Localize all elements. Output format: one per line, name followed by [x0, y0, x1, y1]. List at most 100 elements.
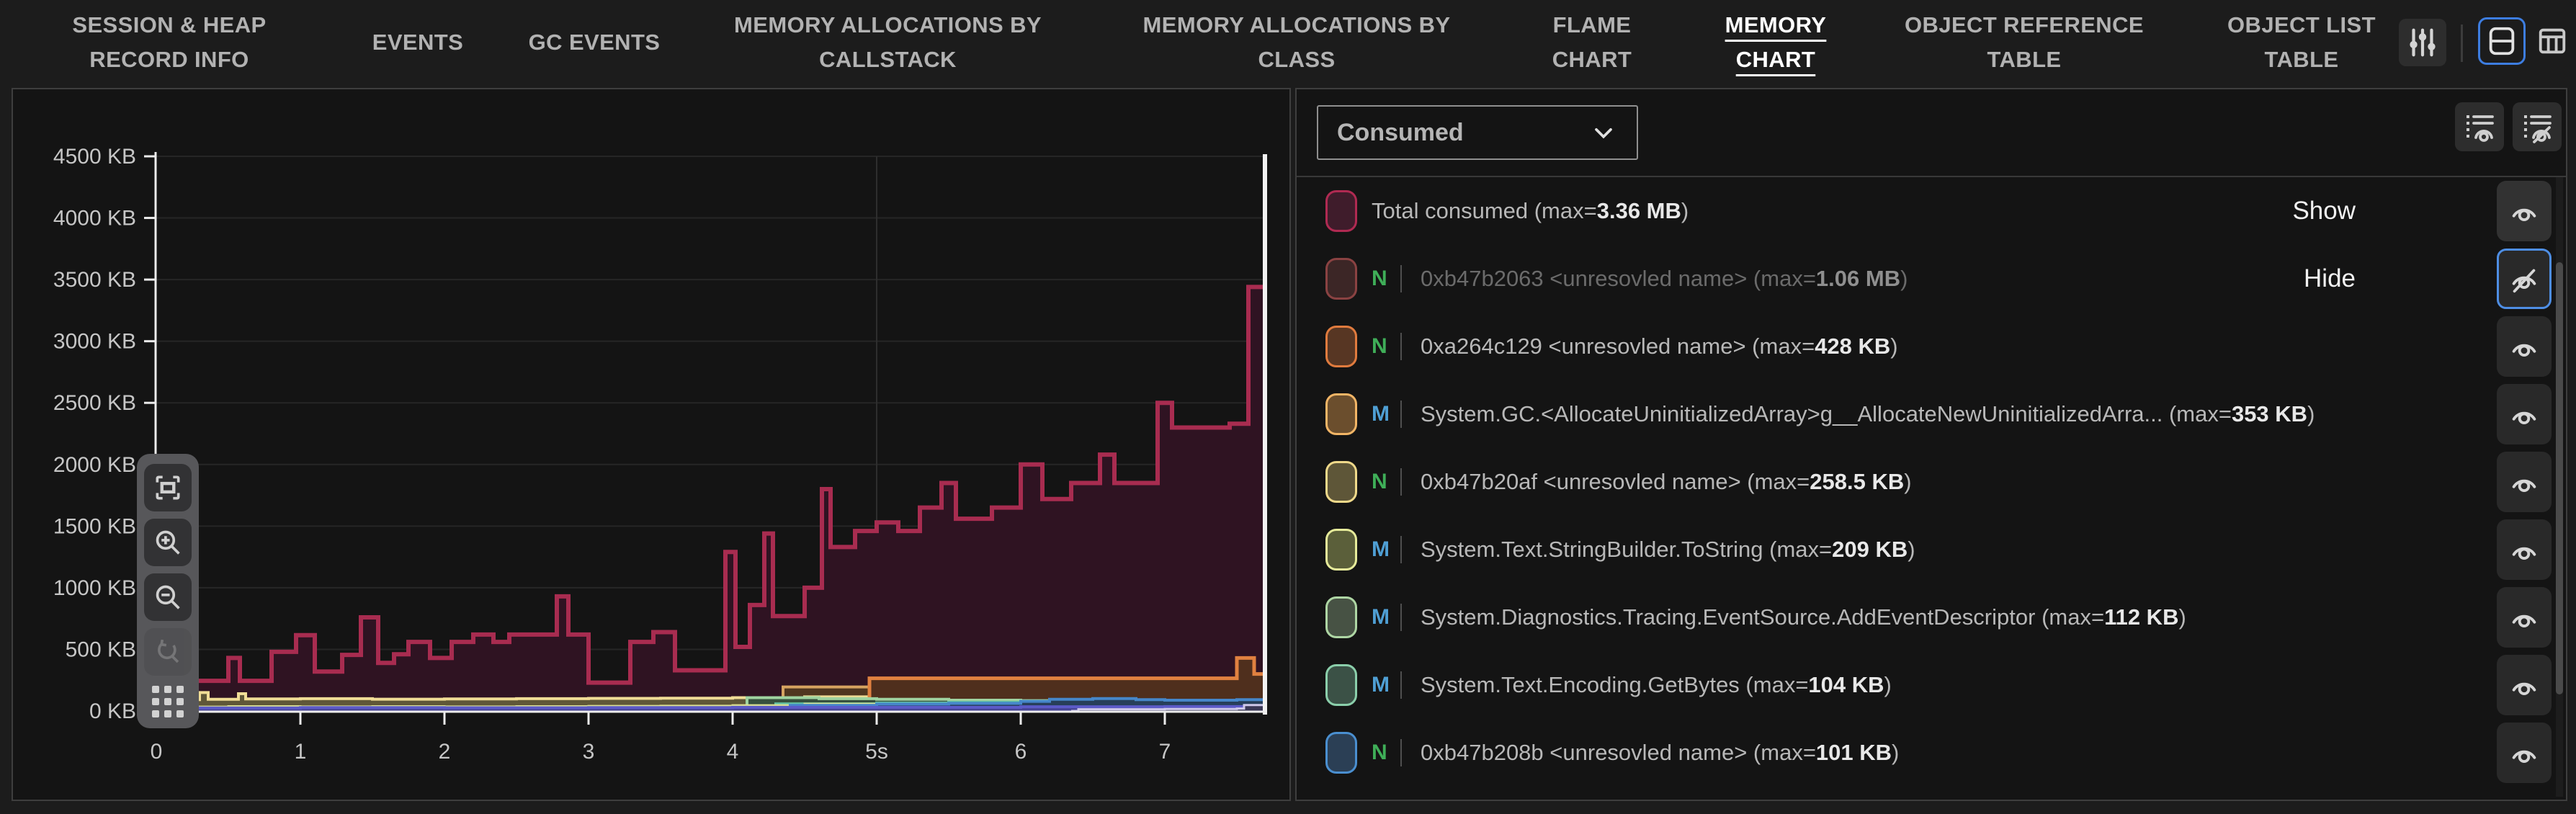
- toolbar-divider: [2461, 24, 2463, 62]
- fit-to-view-icon: [152, 472, 184, 504]
- toggle-series-visibility-button[interactable]: [2497, 519, 2552, 580]
- toggle-series-visibility-button[interactable]: [2497, 655, 2552, 715]
- series-name: 0xb47b2063 <unresovled name>: [1421, 266, 1747, 292]
- tab-object-list-table[interactable]: OBJECT LIST TABLE: [2179, 0, 2424, 85]
- series-color-swatch: [1325, 326, 1357, 367]
- tab-label: FLAME CHART: [1513, 8, 1671, 77]
- legend-row[interactable]: N 0xb47b2063 <unresovled name> (max=1.06 …: [1297, 245, 2566, 313]
- series-kind-badge: M: [1372, 380, 1390, 448]
- zoom-out-button[interactable]: [144, 573, 192, 621]
- legend-row[interactable]: N0xb47b208b <unresovled name> (max=101 K…: [1297, 719, 2566, 787]
- hide-all-series-button[interactable]: [2513, 102, 2562, 151]
- layout-split-rows-button[interactable]: [2478, 17, 2526, 65]
- legend-row[interactable]: M System.Text.Encoding.GetBytes (max=104 …: [1297, 651, 2566, 719]
- series-kind-badge: M: [1372, 651, 1390, 719]
- tab-events[interactable]: EVENTS: [331, 0, 504, 85]
- series-color-swatch: [1325, 258, 1357, 300]
- series-name: 0xa264c129 <unresovled name>: [1421, 334, 1746, 359]
- memory-chart-panel: 0 KB500 KB1000 KB1500 KB2000 KB2500 KB30…: [12, 88, 1291, 801]
- eye-off-icon: [2508, 262, 2541, 295]
- series-kind-badge: N: [1372, 313, 1387, 380]
- toolbar-drag-handle[interactable]: [144, 679, 192, 724]
- legend-row[interactable]: N0xa264c129 <unresovled name> (max=428 K…: [1297, 313, 2566, 380]
- visibility-action-label: Show: [2292, 177, 2356, 245]
- show-all-series-button[interactable]: [2455, 102, 2504, 151]
- series-max: (max=353 KB): [2163, 401, 2315, 427]
- x-tick-label: 6: [1015, 740, 1027, 764]
- visibility-action-label: Hide: [2304, 245, 2356, 313]
- zoom-in-button[interactable]: [144, 519, 192, 566]
- tab-memory-allocations-by-callstack[interactable]: MEMORY ALLOCATIONS BY CALLSTACK: [684, 0, 1091, 85]
- layout-columns-button[interactable]: [2528, 17, 2576, 65]
- tab-session-heap-record-info[interactable]: SESSION & HEAP RECORD INFO: [7, 0, 331, 85]
- series-max: (max=1.06 MB): [1747, 266, 1908, 292]
- tab-label: GC EVENTS: [529, 25, 661, 60]
- legend-row[interactable]: N 0xb47b20af <unresovled name> (max=258.5…: [1297, 448, 2566, 516]
- tab-gc-events[interactable]: GC EVENTS: [504, 0, 684, 85]
- series-color-swatch: [1325, 393, 1357, 435]
- series-color-swatch: [1325, 529, 1357, 571]
- chart-zoom-toolbar: [137, 454, 199, 728]
- toggle-series-visibility-button[interactable]: [2497, 249, 2552, 309]
- toggle-series-visibility-button[interactable]: [2497, 723, 2552, 783]
- y-tick-label: 4500 KB: [53, 145, 136, 169]
- series-max: (max=112 KB): [2035, 604, 2186, 630]
- x-tick-label: 0: [151, 740, 163, 764]
- x-tick-label: 2: [439, 740, 451, 764]
- x-tick-label: 3: [583, 740, 595, 764]
- y-tick-label: 500 KB: [66, 638, 136, 661]
- y-tick-label: 3500 KB: [53, 268, 136, 292]
- toggle-series-visibility-button[interactable]: [2497, 587, 2552, 648]
- kind-divider: [1400, 265, 1402, 292]
- series-max: (max=3.36 MB): [1528, 198, 1689, 224]
- series-kind-badge: N: [1372, 719, 1387, 787]
- series-name: 0xb47b20af <unresovled name>: [1421, 469, 1741, 495]
- settings-sliders-button[interactable]: [2399, 19, 2446, 66]
- series-color-swatch: [1325, 461, 1357, 503]
- legend-row[interactable]: MSystem.Diagnostics.Tracing.EventSource.…: [1297, 583, 2566, 651]
- series-color-swatch: [1325, 732, 1357, 774]
- tab-object-reference-table[interactable]: OBJECT REFERENCE TABLE: [1869, 0, 2179, 85]
- tab-label: MEMORY ALLOCATIONS BY CALLSTACK: [709, 8, 1067, 77]
- series-color-swatch: [1325, 596, 1357, 638]
- series-type-select[interactable]: Consumed: [1317, 105, 1638, 160]
- tab-label: EVENTS: [372, 25, 463, 60]
- tab-memory-allocations-by-class[interactable]: MEMORY ALLOCATIONS BY CLASS: [1091, 0, 1502, 85]
- fit-to-view-button[interactable]: [144, 464, 192, 511]
- series-max: (max=258.5 KB): [1741, 469, 1912, 495]
- eye-icon: [2508, 194, 2541, 228]
- series-max: (max=104 KB): [1740, 672, 1892, 698]
- legend-list: Total consumed (max=3.36 MB)ShowN0xb47b2…: [1297, 177, 2566, 800]
- eye-icon: [2508, 398, 2541, 431]
- tab-flame-chart[interactable]: FLAME CHART: [1502, 0, 1682, 85]
- eye-icon: [2508, 601, 2541, 634]
- series-kind-badge: M: [1372, 516, 1390, 583]
- series-kind-badge: N: [1372, 245, 1387, 313]
- memory-chart-plot[interactable]: 0 KB500 KB1000 KB1500 KB2000 KB2500 KB30…: [13, 89, 1289, 800]
- toggle-series-visibility-button[interactable]: [2497, 384, 2552, 444]
- legend-row[interactable]: MSystem.Text.StringBuilder.ToString (max…: [1297, 516, 2566, 583]
- series-line: [156, 706, 1266, 707]
- list-eye-off-icon: [2520, 109, 2554, 144]
- toggle-series-visibility-button[interactable]: [2497, 181, 2552, 241]
- tab-memory-chart[interactable]: MEMORY CHART: [1682, 0, 1869, 85]
- reset-zoom-button[interactable]: [144, 628, 192, 676]
- series-area: [156, 287, 1266, 711]
- reset-zoom-icon: [152, 636, 184, 668]
- toggle-series-visibility-button[interactable]: [2497, 452, 2552, 512]
- toggle-series-visibility-button[interactable]: [2497, 316, 2552, 377]
- tab-label: SESSION & HEAP RECORD INFO: [27, 8, 312, 77]
- series-color-swatch: [1325, 190, 1357, 232]
- legend-row[interactable]: MSystem.GC.<AllocateUninitializedArray>g…: [1297, 380, 2566, 448]
- sliders-icon: [2406, 26, 2439, 59]
- legend-scrollbar-thumb[interactable]: [2556, 262, 2563, 694]
- kind-divider: [1400, 739, 1402, 766]
- kind-divider: [1400, 604, 1402, 631]
- legend-row[interactable]: Total consumed (max=3.36 MB)Show: [1297, 177, 2566, 245]
- y-tick-label: 2500 KB: [53, 391, 136, 415]
- series-kind-badge: N: [1372, 448, 1387, 516]
- kind-divider: [1400, 401, 1402, 428]
- zoom-in-icon: [152, 527, 184, 558]
- series-name: System.Text.Encoding.GetBytes: [1421, 672, 1740, 698]
- tab-label: OBJECT LIST TABLE: [2193, 8, 2409, 77]
